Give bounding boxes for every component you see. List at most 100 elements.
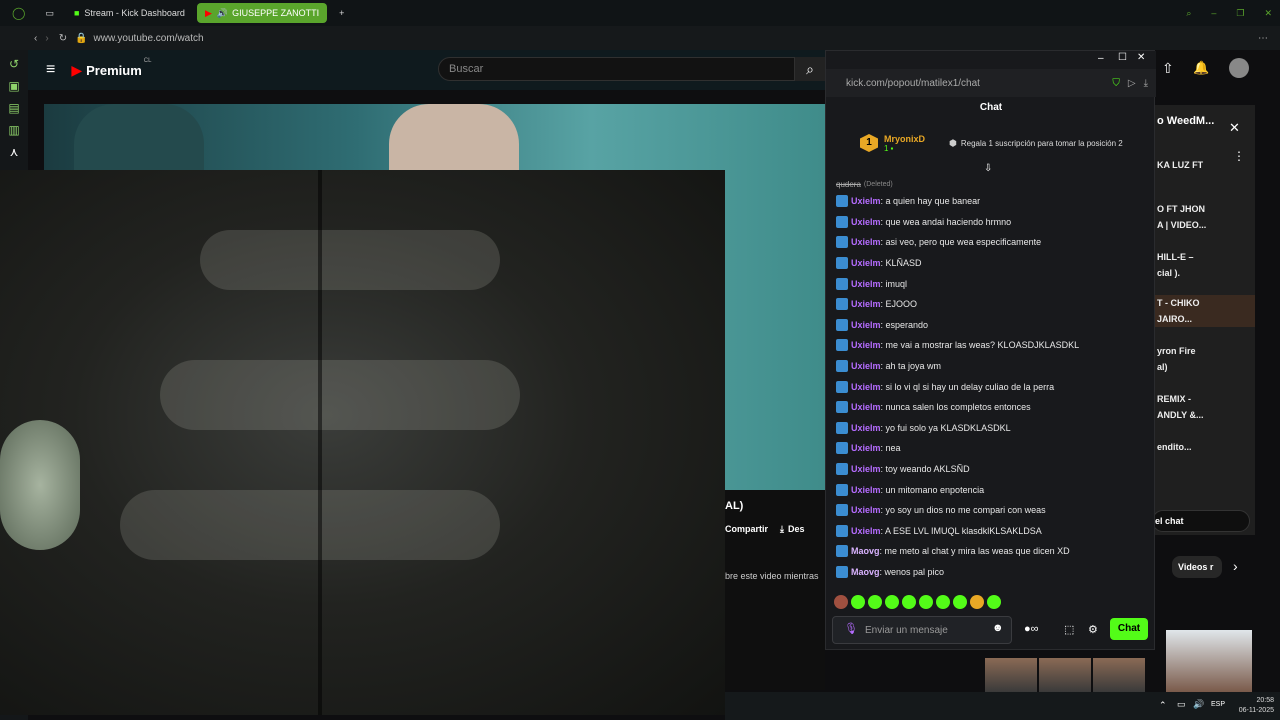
emote-icon[interactable] — [851, 595, 865, 609]
live-chat-button[interactable]: el chat — [1152, 510, 1250, 532]
menu-icon[interactable]: ≡ — [46, 61, 55, 79]
shield-icon[interactable]: ⛉ — [1112, 78, 1120, 89]
user-badge-icon — [836, 236, 848, 249]
url-field[interactable]: www.youtube.com/watch — [94, 33, 204, 44]
thumbnail[interactable] — [1166, 630, 1252, 692]
chat-username[interactable]: Uxielm — [851, 279, 881, 289]
sidebar-app-icon[interactable]: ▥ — [6, 122, 22, 138]
list-item[interactable]: T - CHIKO — [1155, 295, 1255, 311]
sidebar-app-icon[interactable]: ▣ — [6, 78, 22, 94]
chat-message: Uxielm: que wea andai haciendo hrmno — [836, 212, 1146, 233]
restore-icon[interactable]: ❐ — [1228, 3, 1252, 23]
chat-username[interactable]: Uxielm — [851, 258, 881, 268]
thumbnail[interactable] — [1039, 658, 1091, 692]
url-field[interactable]: kick.com/popout/matilex1/chat — [846, 78, 980, 89]
close-icon[interactable]: ✕ — [1256, 3, 1280, 23]
thumbnail[interactable] — [985, 658, 1037, 692]
chat-username[interactable]: Uxielm — [851, 361, 881, 371]
volume-icon[interactable]: 🔊 — [1193, 699, 1204, 710]
list-item[interactable]: cial ). — [1155, 265, 1255, 281]
tab-youtube[interactable]: ▶ 🔊 GIUSEPPE ZANOTTI — [196, 3, 328, 23]
emote-icon[interactable] — [834, 595, 848, 609]
emote-icon[interactable] — [987, 595, 1001, 609]
language-indicator[interactable]: ESP — [1211, 701, 1225, 708]
opera-logo-icon[interactable]: ◯ — [4, 3, 33, 23]
chat-username[interactable]: Uxielm — [851, 237, 881, 247]
chat-username[interactable]: Uxielm — [851, 485, 881, 495]
chat-username[interactable]: Uxielm — [851, 217, 881, 227]
chat-username[interactable]: Uxielm — [851, 299, 881, 309]
chat-username[interactable]: Uxielm — [851, 382, 881, 392]
search-icon[interactable]: ⌕ — [795, 57, 825, 81]
mic-icon[interactable]: 🎙 — [844, 622, 858, 635]
emote-icon[interactable] — [885, 595, 899, 609]
chat-username[interactable]: Uxielm — [851, 320, 881, 330]
chat-message-deleted: qudera (Deleted) — [836, 177, 1146, 191]
emote-icon[interactable] — [868, 595, 882, 609]
chevron-right-icon[interactable]: › — [1233, 558, 1238, 574]
panel-more-icon[interactable]: ⋮ — [1233, 149, 1245, 163]
chat-username[interactable]: Uxielm — [851, 423, 881, 433]
list-item[interactable]: HILL-E – — [1155, 249, 1255, 265]
network-icon[interactable]: ▭ — [1177, 699, 1186, 710]
emote-icon[interactable] — [936, 595, 950, 609]
chat-message: Uxielm: yo fui solo ya KLASDKLASDKL — [836, 418, 1146, 439]
emote-icon[interactable] — [970, 595, 984, 609]
youtube-logo-icon[interactable]: ▶ — [71, 62, 82, 79]
list-item[interactable]: REMIX - — [1155, 391, 1255, 407]
minimize-icon[interactable]: – — [1098, 53, 1104, 64]
history-icon[interactable]: ↺ — [6, 56, 22, 72]
back-icon[interactable]: ‹ — [34, 33, 37, 44]
kick-icon[interactable]: ⋏ — [6, 144, 22, 160]
list-item[interactable]: al) — [1155, 359, 1255, 375]
chip-videos[interactable]: Videos r — [1172, 556, 1222, 578]
tray-chevron-icon[interactable]: ⌃ — [1159, 700, 1167, 711]
maximize-icon[interactable]: ☐ — [1118, 52, 1127, 63]
list-item[interactable]: yron Fire — [1155, 343, 1255, 359]
close-icon[interactable]: ✕ — [1137, 52, 1145, 63]
reload-icon[interactable]: ↻ — [59, 33, 67, 44]
chat-username[interactable]: Maovg — [851, 546, 880, 556]
list-item[interactable]: A | VIDEO... — [1155, 217, 1255, 233]
tab-icon[interactable]: ▭ — [37, 3, 62, 23]
share-button[interactable]: Compartir — [725, 524, 768, 535]
country-code: CL — [143, 58, 152, 64]
chat-text: : EJOOO — [880, 299, 918, 310]
bell-icon[interactable]: 🔔 — [1193, 60, 1209, 76]
forward-icon[interactable]: › — [45, 33, 48, 44]
emote-icon[interactable] — [919, 595, 933, 609]
extensions-icon[interactable]: ⋯ — [1258, 33, 1268, 44]
upload-icon[interactable]: ⇧ — [1162, 60, 1174, 77]
search-icon[interactable]: ⌕ — [1178, 3, 1199, 23]
new-tab-button[interactable]: + — [331, 3, 352, 23]
deleted-label: (Deleted) — [863, 180, 893, 188]
chat-username[interactable]: Maovg — [851, 567, 880, 577]
chat-username[interactable]: Uxielm — [851, 526, 881, 536]
sidebar-app-icon[interactable]: ▤ — [6, 100, 22, 116]
search-input[interactable]: Buscar — [438, 57, 795, 81]
download-icon[interactable]: ⤓ — [780, 524, 784, 535]
tab-kick-dashboard[interactable]: ■ Stream - Kick Dashboard — [66, 3, 193, 23]
list-item[interactable]: O FT JHON — [1155, 201, 1255, 217]
chat-username[interactable]: Uxielm — [851, 443, 881, 453]
chat-username[interactable]: Uxielm — [851, 402, 881, 412]
play-icon[interactable]: ▷ — [1128, 78, 1136, 89]
emote-icon[interactable] — [902, 595, 916, 609]
pinned-username[interactable]: MryonixD — [884, 134, 925, 144]
chat-username[interactable]: Uxielm — [851, 340, 881, 350]
list-item[interactable]: JAIRO... — [1155, 311, 1255, 327]
avatar[interactable] — [1229, 58, 1249, 78]
taskbar-clock[interactable]: 20:58 06-11-2025 — [1225, 694, 1280, 720]
list-item[interactable]: endito... — [1155, 439, 1255, 455]
collapse-icon[interactable]: ⇩ — [984, 163, 992, 174]
chat-username[interactable]: Uxielm — [851, 505, 881, 515]
minimize-icon[interactable]: – — [1203, 3, 1224, 23]
close-panel-icon[interactable]: ✕ — [1229, 120, 1240, 136]
download-button[interactable]: Des — [788, 524, 805, 535]
emote-icon[interactable] — [953, 595, 967, 609]
chat-username[interactable]: Uxielm — [851, 196, 881, 206]
chat-username[interactable]: Uxielm — [851, 464, 881, 474]
thumbnail[interactable] — [1093, 658, 1145, 692]
download-icon[interactable]: ⤓ — [1144, 78, 1148, 89]
list-item[interactable]: ANDLY &... — [1155, 407, 1255, 423]
